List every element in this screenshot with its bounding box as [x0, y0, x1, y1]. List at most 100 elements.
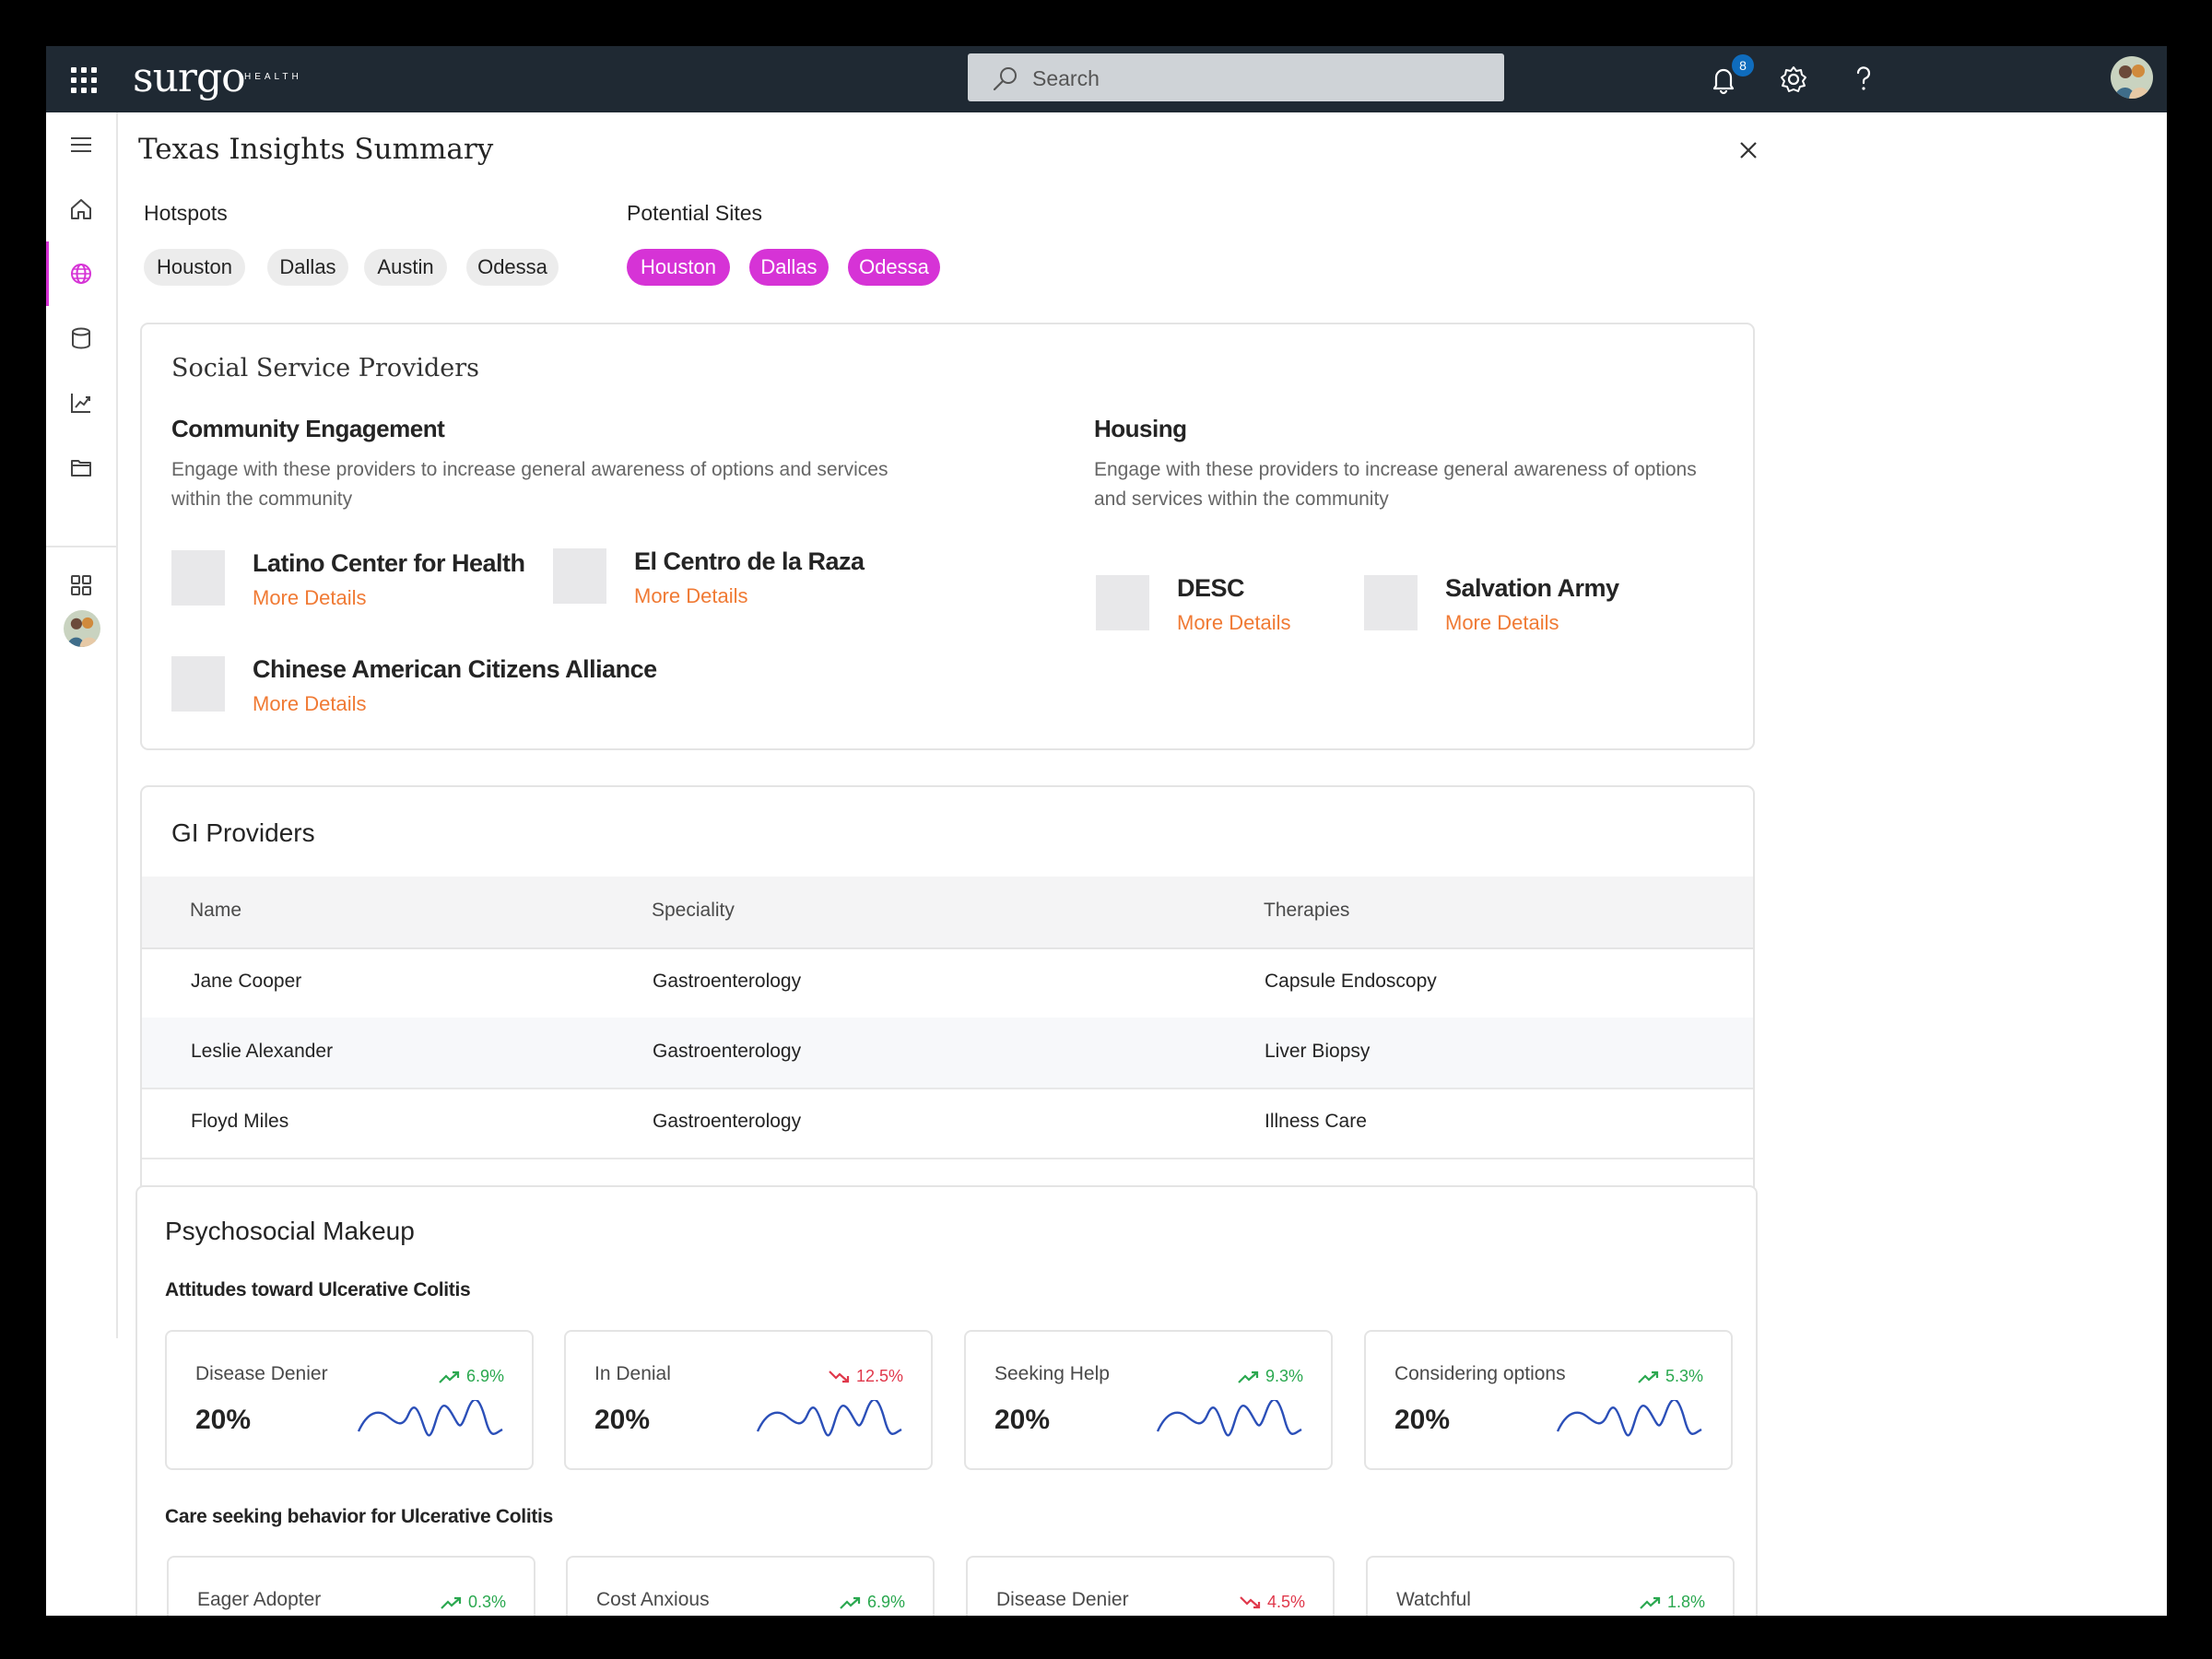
top-bar: surgo HEALTH Search 8: [46, 46, 2167, 112]
psychosocial-card: Psychosocial Makeup Attitudes toward Ulc…: [135, 1185, 1758, 1616]
cell-therapies: Capsule Endoscopy: [1265, 971, 1437, 992]
site-chip[interactable]: Odessa: [848, 249, 940, 286]
cell-name: Floyd Miles: [191, 1111, 289, 1132]
provider-logo-placeholder: [1096, 575, 1149, 630]
globe-icon: [71, 264, 91, 284]
trend-value: 12.5%: [855, 1367, 903, 1385]
stat-card[interactable]: Seeking Help 9.3% 20%: [964, 1330, 1333, 1470]
more-details-link[interactable]: More Details: [1177, 611, 1290, 635]
home-icon: [71, 199, 91, 219]
trend-indicator: 5.3%: [1638, 1367, 1703, 1386]
hotspot-chip[interactable]: Odessa: [466, 249, 559, 286]
column-header-therapies[interactable]: Therapies: [1264, 900, 1349, 922]
stat-label: Disease Denier: [195, 1363, 328, 1384]
trend-value: 6.9%: [465, 1367, 504, 1385]
hotspot-chip[interactable]: Houston: [144, 249, 245, 286]
side-rail: [46, 112, 118, 1338]
sparkline: [357, 1400, 503, 1437]
sparkline: [1156, 1400, 1302, 1437]
trend-indicator: 9.3%: [1238, 1367, 1303, 1386]
nav-insights[interactable]: [46, 241, 116, 306]
table-row[interactable]: Floyd Miles Gastroenterology Illness Car…: [142, 1088, 1753, 1159]
rail-user-avatar[interactable]: [64, 610, 100, 647]
nav-apps[interactable]: [46, 553, 116, 618]
menu-toggle[interactable]: [46, 112, 116, 177]
social-card-title: Social Service Providers: [171, 354, 480, 382]
housing-description-line: and services within the community: [1094, 488, 1389, 510]
attitudes-label: Attitudes toward Ulcerative Colitis: [165, 1279, 471, 1300]
close-icon[interactable]: [1735, 136, 1762, 164]
more-details-link[interactable]: More Details: [253, 586, 366, 610]
stat-label: In Denial: [594, 1363, 671, 1384]
stat-card[interactable]: Disease Denier 6.9% 20%: [165, 1330, 534, 1470]
stat-card[interactable]: Eager Adopter 0.3%: [167, 1556, 535, 1616]
brand-logo-sub: HEALTH: [244, 72, 302, 82]
stat-value: 20%: [994, 1405, 1051, 1435]
stat-label: Cost Anxious: [596, 1589, 710, 1610]
stat-card[interactable]: Cost Anxious 6.9%: [566, 1556, 935, 1616]
stat-card[interactable]: In Denial 12.5% 20%: [564, 1330, 933, 1470]
search-placeholder: Search: [1032, 66, 1100, 90]
hotspot-chip[interactable]: Austin: [364, 249, 447, 286]
search-input[interactable]: Search: [968, 53, 1504, 101]
nav-home[interactable]: [46, 177, 116, 241]
more-details-link[interactable]: More Details: [1445, 611, 1559, 635]
table-row[interactable]: Leslie Alexander Gastroenterology Liver …: [142, 1018, 1753, 1089]
nav-data[interactable]: [46, 306, 116, 371]
user-avatar[interactable]: [2111, 56, 2153, 99]
notification-badge: 8: [1732, 54, 1754, 76]
page-title: Texas Insights Summary: [138, 133, 494, 166]
folder-icon: [71, 460, 91, 477]
stat-card[interactable]: Considering options 5.3% 20%: [1364, 1330, 1733, 1470]
trend-value: 0.3%: [467, 1593, 506, 1611]
community-description-line: within the community: [171, 488, 353, 510]
site-chip[interactable]: Houston: [627, 249, 730, 286]
provider-name: Latino Center for Health: [253, 549, 525, 577]
community-description-line: Engage with these providers to increase …: [171, 459, 888, 480]
cell-speciality: Gastroenterology: [653, 971, 802, 992]
nav-analytics[interactable]: [46, 371, 116, 435]
more-details-link[interactable]: More Details: [634, 584, 747, 608]
search-icon: [993, 67, 1017, 91]
stat-label: Watchful: [1396, 1589, 1471, 1610]
app-launcher-icon[interactable]: [68, 65, 98, 94]
cell-speciality: Gastroenterology: [653, 1111, 802, 1132]
table-row[interactable]: Jane Cooper Gastroenterology Capsule End…: [142, 947, 1753, 1019]
column-header-name[interactable]: Name: [190, 900, 241, 922]
table-header: Name Speciality Therapies: [142, 877, 1753, 949]
stat-card[interactable]: Watchful 1.8%: [1366, 1556, 1735, 1616]
column-header-speciality[interactable]: Speciality: [652, 900, 735, 922]
stat-label: Seeking Help: [994, 1363, 1110, 1384]
provider-logo-placeholder: [171, 550, 225, 606]
provider-name: El Centro de la Raza: [634, 547, 865, 575]
sparkline: [756, 1400, 902, 1437]
stat-card[interactable]: Disease Denier 4.5%: [966, 1556, 1335, 1616]
trend-indicator: 6.9%: [439, 1367, 504, 1386]
provider-name: Chinese American Citizens Alliance: [253, 655, 657, 683]
site-chip[interactable]: Dallas: [749, 249, 829, 286]
trend-up-icon: [840, 1596, 861, 1609]
trend-value: 9.3%: [1265, 1367, 1303, 1385]
gi-card-title: GI Providers: [171, 818, 315, 847]
trend-indicator: 1.8%: [1640, 1593, 1705, 1612]
hotspot-chip[interactable]: Dallas: [267, 249, 348, 286]
trend-indicator: 0.3%: [441, 1593, 506, 1612]
gear-icon[interactable]: [1775, 61, 1812, 98]
cell-therapies: Liver Biopsy: [1265, 1041, 1371, 1062]
care-seeking-label: Care seeking behavior for Ulcerative Col…: [165, 1506, 553, 1527]
cell-name: Leslie Alexander: [191, 1041, 334, 1062]
trend-indicator: 6.9%: [840, 1593, 905, 1612]
potential-sites-label: Potential Sites: [627, 201, 763, 225]
more-details-link[interactable]: More Details: [253, 692, 366, 716]
trend-down-icon: [829, 1371, 850, 1383]
stat-label: Disease Denier: [996, 1589, 1129, 1610]
trend-down-icon: [1240, 1596, 1261, 1609]
stat-label: Considering options: [1394, 1363, 1566, 1384]
apps-grid-icon: [71, 575, 91, 595]
provider-name: Salvation Army: [1445, 574, 1619, 602]
nav-folders[interactable]: [46, 435, 116, 500]
trend-value: 6.9%: [866, 1593, 905, 1611]
psychosocial-title: Psychosocial Makeup: [165, 1217, 415, 1245]
cell-therapies: Illness Care: [1265, 1111, 1367, 1132]
help-icon[interactable]: [1845, 61, 1882, 98]
